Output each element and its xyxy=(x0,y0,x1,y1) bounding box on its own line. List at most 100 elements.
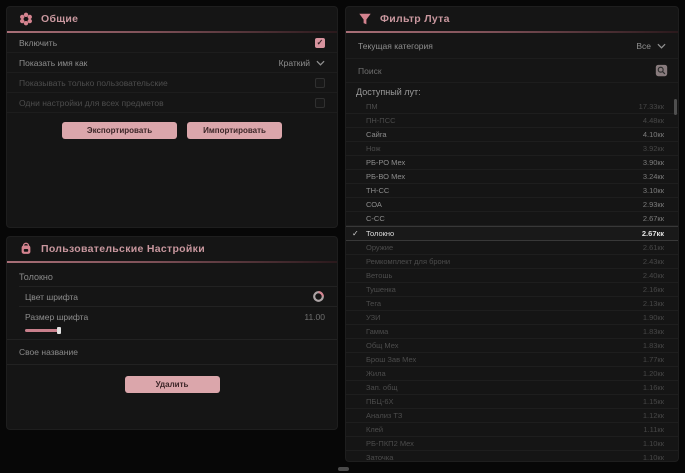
loot-item-name: ТН-СС xyxy=(366,186,389,195)
loot-item-value: 2.16кк xyxy=(643,285,664,294)
loot-item-value: 2.67кк xyxy=(643,214,664,223)
loot-item-name: ПБЦ-6Х xyxy=(366,397,394,406)
loot-item-name: ПН-ПСС xyxy=(366,116,396,125)
loot-item-value: 1.12кк xyxy=(643,411,664,420)
loot-list-item[interactable]: Оружие 2.61кк xyxy=(346,241,678,255)
general-panel-header: Общие xyxy=(7,7,337,31)
loot-item-name: Брош Зав Мех xyxy=(366,355,416,364)
loot-item-value: 1.10кк xyxy=(643,439,664,448)
name-mode-select[interactable]: Краткий xyxy=(279,58,325,68)
loot-list-item[interactable]: С-СС 2.67кк xyxy=(346,212,678,226)
name-mode-value: Краткий xyxy=(279,58,310,68)
selected-item-name: Толокно xyxy=(7,263,337,286)
scrollbar-thumb[interactable] xyxy=(674,99,677,115)
loot-item-value: 1.16кк xyxy=(643,383,664,392)
loot-item-value: 3.24кк xyxy=(643,172,664,181)
export-import-row: Экспортировать Импортировать xyxy=(7,122,337,139)
loot-item-name: Толокно xyxy=(366,229,394,238)
loot-list-scrollbar[interactable] xyxy=(674,95,677,461)
loot-item-name: Ремкомплект для брони xyxy=(366,257,450,266)
loot-list-item[interactable]: ПН-ПСС 4.48кк xyxy=(346,114,678,128)
loot-item-value: 4.10кк xyxy=(643,130,664,139)
loot-item-name: Ветошь xyxy=(366,271,392,280)
category-row: Текущая категория Все xyxy=(346,33,678,59)
loot-list-item[interactable]: РБ-ВО Мех 3.24кк xyxy=(346,170,678,184)
font-color-label: Цвет шрифта xyxy=(25,292,78,302)
page-horizontal-scrollbar-thumb[interactable] xyxy=(338,467,349,471)
loot-item-value: 1.15кк xyxy=(643,397,664,406)
custom-name-input[interactable] xyxy=(7,340,337,364)
loot-item-name: Нож xyxy=(366,144,381,153)
font-size-slider[interactable] xyxy=(25,326,325,335)
filter-panel-header: Фильтр Лута xyxy=(346,7,678,31)
delete-button[interactable]: Удалить xyxy=(125,376,220,393)
search-row xyxy=(346,59,678,83)
loot-item-value: 2.40кк xyxy=(643,271,664,280)
slider-fill xyxy=(25,329,59,332)
loot-list-item[interactable]: УЗИ 1.90кк xyxy=(346,311,678,325)
loot-list-item[interactable]: ПМ 17.33кк xyxy=(346,100,678,114)
export-button[interactable]: Экспортировать xyxy=(62,122,177,139)
loot-item-name: Клей xyxy=(366,425,383,434)
general-panel-title: Общие xyxy=(41,13,78,25)
loot-item-name: Заточка xyxy=(366,453,393,462)
loot-list-item[interactable]: Анализ ТЗ 1.12кк xyxy=(346,409,678,423)
mod-settings-window: Общие Включить Показать имя как Краткий … xyxy=(0,0,685,473)
search-icon[interactable] xyxy=(655,64,668,77)
color-wheel-icon[interactable] xyxy=(312,290,325,303)
loot-list-item[interactable]: Толокно 2.67кк xyxy=(346,226,678,241)
loot-list-item[interactable]: Ветошь 2.40кк xyxy=(346,269,678,283)
slider-thumb[interactable] xyxy=(57,327,61,334)
font-size-row: Размер шрифта 11.00 xyxy=(19,306,337,326)
backpack-icon xyxy=(19,242,33,256)
setting-row-name-mode: Показать имя как Краткий xyxy=(7,53,337,73)
category-select[interactable]: Все xyxy=(636,41,666,51)
loot-list-item[interactable]: Тега 2.13кк xyxy=(346,297,678,311)
loot-list-item[interactable]: ПБЦ-6Х 1.15кк xyxy=(346,395,678,409)
loot-list-item[interactable]: РБ-РО Мех 3.90кк xyxy=(346,156,678,170)
loot-item-value: 2.43кк xyxy=(643,257,664,266)
loot-list-item[interactable]: Сайга 4.10кк xyxy=(346,128,678,142)
loot-item-name: РБ-РО Мех xyxy=(366,158,405,167)
search-input[interactable] xyxy=(346,66,655,76)
flower-settings-icon xyxy=(19,12,33,26)
loot-list: ПМ 17.33кк ПН-ПСС 4.48кк Сайга 4.10кк Но… xyxy=(346,100,678,462)
loot-list-item[interactable]: Общ Мех 1.83кк xyxy=(346,339,678,353)
setting-row-same-settings: Одни настройки для всех предметов xyxy=(7,93,337,113)
loot-item-name: Общ Мех xyxy=(366,341,398,350)
custom-panel-title: Пользовательские Настройки xyxy=(41,243,205,255)
chevron-down-icon xyxy=(316,60,325,66)
loot-list-item[interactable]: Гамма 1.83кк xyxy=(346,325,678,339)
loot-list-item[interactable]: Заточка 1.10кк xyxy=(346,451,678,462)
loot-item-name: ПМ xyxy=(366,102,378,111)
loot-item-value: 3.10кк xyxy=(643,186,664,195)
enable-checkbox[interactable] xyxy=(315,38,325,48)
loot-list-item[interactable]: СОА 2.93кк xyxy=(346,198,678,212)
loot-list-item[interactable]: Брош Зав Мех 1.77кк xyxy=(346,353,678,367)
loot-item-value: 3.90кк xyxy=(643,158,664,167)
loot-list-item[interactable]: ТН-СС 3.10кк xyxy=(346,184,678,198)
setting-row-enable: Включить xyxy=(7,33,337,53)
loot-item-value: 1.77кк xyxy=(643,355,664,364)
loot-item-name: Сайга xyxy=(366,130,387,139)
general-panel: Общие Включить Показать имя как Краткий … xyxy=(6,6,338,228)
import-button[interactable]: Импортировать xyxy=(187,122,282,139)
loot-list-item[interactable]: Зап. общ 1.16кк xyxy=(346,381,678,395)
loot-item-name: Анализ ТЗ xyxy=(366,411,402,420)
loot-list-item[interactable]: Ремкомплект для брони 2.43кк xyxy=(346,255,678,269)
loot-list-item[interactable]: Жила 1.20кк xyxy=(346,367,678,381)
same-settings-checkbox[interactable] xyxy=(315,98,325,108)
loot-item-value: 1.83кк xyxy=(643,327,664,336)
loot-list-item[interactable]: Тушенка 2.16кк xyxy=(346,283,678,297)
enable-label: Включить xyxy=(19,38,57,48)
loot-item-value: 2.67кк xyxy=(642,229,664,238)
only-custom-checkbox[interactable] xyxy=(315,78,325,88)
loot-item-name: Гамма xyxy=(366,327,388,336)
loot-list-item[interactable]: РБ-ПКП2 Мех 1.10кк xyxy=(346,437,678,451)
loot-list-item[interactable]: Нож 3.92кк xyxy=(346,142,678,156)
same-settings-label: Одни настройки для всех предметов xyxy=(19,98,164,108)
font-color-row: Цвет шрифта xyxy=(19,286,337,306)
loot-item-name: Жила xyxy=(366,369,386,378)
loot-list-item[interactable]: Клей 1.11кк xyxy=(346,423,678,437)
custom-settings-panel: Пользовательские Настройки Толокно Цвет … xyxy=(6,236,338,430)
